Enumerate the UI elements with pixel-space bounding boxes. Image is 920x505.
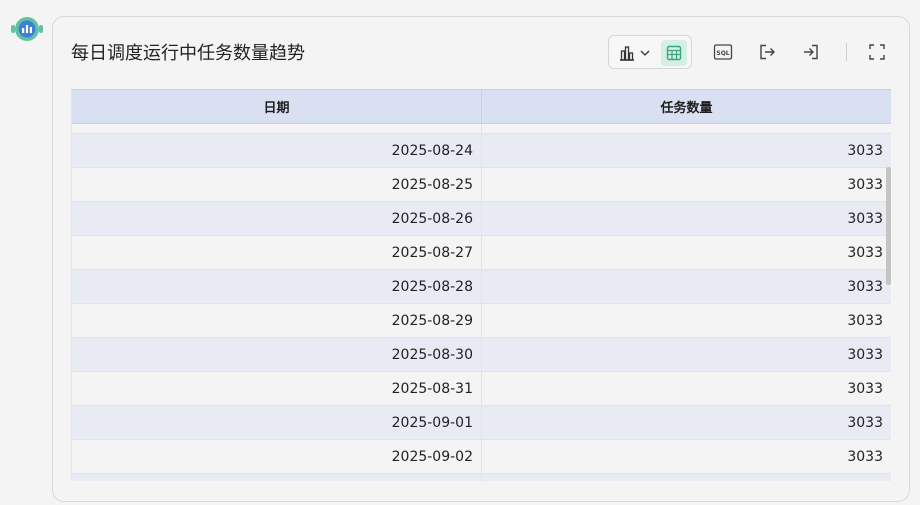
table-row-partial xyxy=(72,474,891,481)
fullscreen-button[interactable] xyxy=(866,41,888,63)
table-cell xyxy=(482,474,891,481)
view-switch xyxy=(608,35,692,69)
table-row-partial xyxy=(72,124,891,134)
table-cell xyxy=(482,124,891,133)
date-cell: 2025-08-27 xyxy=(72,236,482,269)
date-cell: 2025-09-02 xyxy=(72,440,482,473)
chart-view-button[interactable] xyxy=(615,42,653,64)
date-cell: 2025-08-26 xyxy=(72,202,482,235)
import-icon xyxy=(804,44,818,60)
table-row[interactable]: 2025-09-01 3033 xyxy=(72,406,891,440)
bar-chart-icon xyxy=(619,46,634,61)
toolbar-divider xyxy=(846,43,847,61)
table-cell xyxy=(72,474,482,481)
count-cell: 3033 xyxy=(847,142,883,159)
chart-result-card: 每日调度运行中任务数量趋势 SQL 日期 任务数量 2025-08-24 303… xyxy=(52,16,910,502)
export-icon xyxy=(760,44,775,60)
date-cell: 2025-08-30 xyxy=(72,338,482,371)
table-icon xyxy=(666,45,682,61)
count-cell: 3033 xyxy=(847,210,883,227)
sql-icon: SQL xyxy=(713,44,733,60)
import-button[interactable] xyxy=(800,41,822,63)
count-cell: 3033 xyxy=(847,278,883,295)
count-cell: 3033 xyxy=(847,312,883,329)
table-body: 2025-08-24 3033 2025-08-25 3033 2025-08-… xyxy=(72,124,891,481)
count-cell: 3033 xyxy=(847,448,883,465)
date-cell: 2025-09-01 xyxy=(72,406,482,439)
table-header: 日期 任务数量 xyxy=(72,89,891,124)
count-cell: 3033 xyxy=(847,176,883,193)
table-cell xyxy=(72,124,482,133)
export-button[interactable] xyxy=(756,41,778,63)
table-row[interactable]: 2025-08-28 3033 xyxy=(72,270,891,304)
table-row[interactable]: 2025-08-30 3033 xyxy=(72,338,891,372)
date-cell: 2025-08-24 xyxy=(72,134,482,167)
table-row[interactable]: 2025-09-02 3033 xyxy=(72,440,891,474)
count-cell: 3033 xyxy=(847,244,883,261)
sql-icon-label: SQL xyxy=(716,50,729,57)
bot-chart-icon xyxy=(11,17,43,41)
table-row[interactable]: 2025-08-24 3033 xyxy=(72,134,891,168)
table-view-button[interactable] xyxy=(661,40,687,66)
count-cell: 3033 xyxy=(847,414,883,431)
assistant-avatar xyxy=(10,14,44,44)
table-row[interactable]: 2025-08-31 3033 xyxy=(72,372,891,406)
data-table: 日期 任务数量 2025-08-24 3033 2025-08-25 3033 … xyxy=(71,89,892,481)
table-row[interactable]: 2025-08-26 3033 xyxy=(72,202,891,236)
sql-button[interactable]: SQL xyxy=(712,41,734,63)
column-header-date[interactable]: 日期 xyxy=(72,90,482,123)
date-cell: 2025-08-28 xyxy=(72,270,482,303)
column-header-count[interactable]: 任务数量 xyxy=(482,90,891,123)
date-cell: 2025-08-25 xyxy=(72,168,482,201)
count-cell: 3033 xyxy=(847,380,883,397)
date-cell: 2025-08-29 xyxy=(72,304,482,337)
count-cell: 3033 xyxy=(847,346,883,363)
card-title: 每日调度运行中任务数量趋势 xyxy=(71,43,305,64)
table-row[interactable]: 2025-08-29 3033 xyxy=(72,304,891,338)
table-scrollbar[interactable] xyxy=(886,167,891,285)
table-row[interactable]: 2025-08-27 3033 xyxy=(72,236,891,270)
chevron-down-icon xyxy=(640,50,649,56)
date-cell: 2025-08-31 xyxy=(72,372,482,405)
table-row[interactable]: 2025-08-25 3033 xyxy=(72,168,891,202)
fullscreen-icon xyxy=(869,44,885,60)
